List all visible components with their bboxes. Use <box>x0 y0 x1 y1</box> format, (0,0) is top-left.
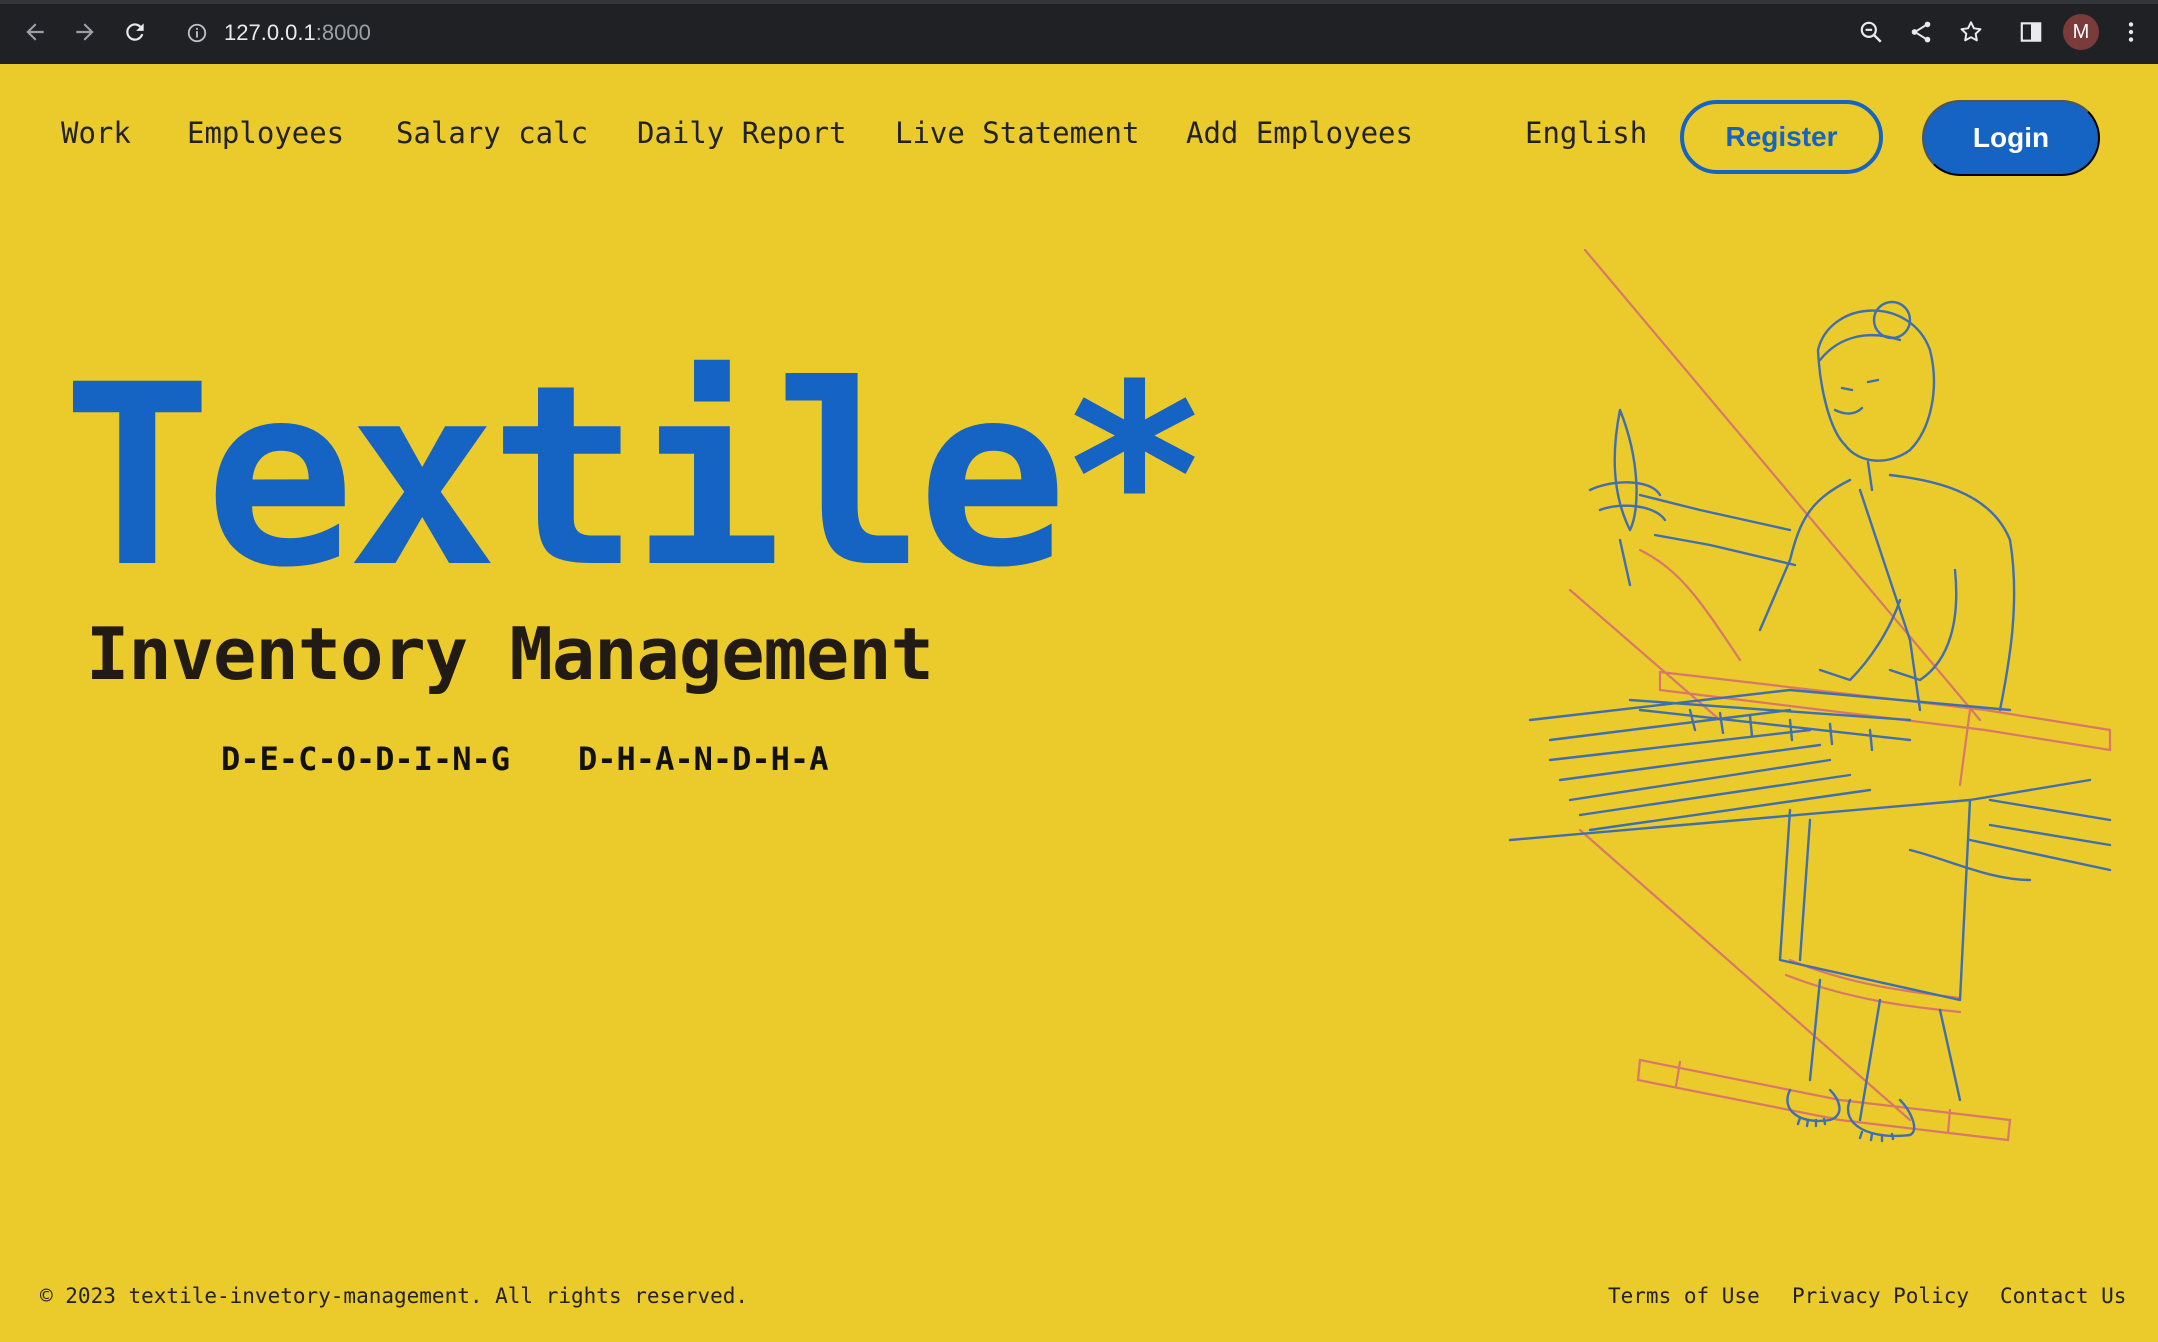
url-text: 127.0.0.1:8000 <box>224 20 371 45</box>
footer-terms-link[interactable]: Terms of Use <box>1608 1284 1760 1308</box>
language-selector[interactable]: English <box>1525 116 1647 150</box>
footer-privacy-link[interactable]: Privacy Policy <box>1792 1284 1969 1308</box>
back-arrow-icon[interactable] <box>10 7 60 57</box>
star-icon[interactable] <box>1946 7 1996 57</box>
footer-copyright: © 2023 textile-invetory-management. All … <box>40 1284 749 1308</box>
site-navbar: Work Employees Salary calc Daily Report … <box>0 64 2158 208</box>
tagline-dhandha: D-H-A-N-D-H-A <box>578 740 829 778</box>
weaver-illustration <box>1508 248 2112 1143</box>
nav-add-employees[interactable]: Add Employees <box>1186 116 1413 150</box>
login-button[interactable]: Login <box>1922 100 2100 176</box>
nav-work[interactable]: Work <box>61 116 131 150</box>
nav-daily-report[interactable]: Daily Report <box>637 116 847 150</box>
address-bar[interactable]: 127.0.0.1:8000 <box>168 12 1978 54</box>
hero-title: Textile* <box>62 331 1210 622</box>
register-button[interactable]: Register <box>1680 100 1883 174</box>
nav-live-statement[interactable]: Live Statement <box>895 116 1139 150</box>
kebab-menu-icon[interactable] <box>2106 7 2156 57</box>
forward-arrow-icon[interactable] <box>60 7 110 57</box>
tagline-decoding: D-E-C-O-D-I-N-G <box>221 740 510 778</box>
nav-employees[interactable]: Employees <box>187 116 344 150</box>
hero-subtitle: Inventory Management <box>86 612 934 696</box>
reload-icon[interactable] <box>110 7 160 57</box>
browser-toolbar: 127.0.0.1:8000 M <box>0 0 2158 64</box>
tab-strip-edge <box>0 0 2158 4</box>
zoom-icon[interactable] <box>1846 7 1896 57</box>
nav-salary-calc[interactable]: Salary calc <box>396 116 588 150</box>
side-panel-icon[interactable] <box>2006 7 2056 57</box>
footer-contact-link[interactable]: Contact Us <box>2000 1284 2126 1308</box>
profile-avatar[interactable]: M <box>2063 14 2099 50</box>
share-icon[interactable] <box>1896 7 1946 57</box>
info-icon[interactable] <box>186 22 208 44</box>
